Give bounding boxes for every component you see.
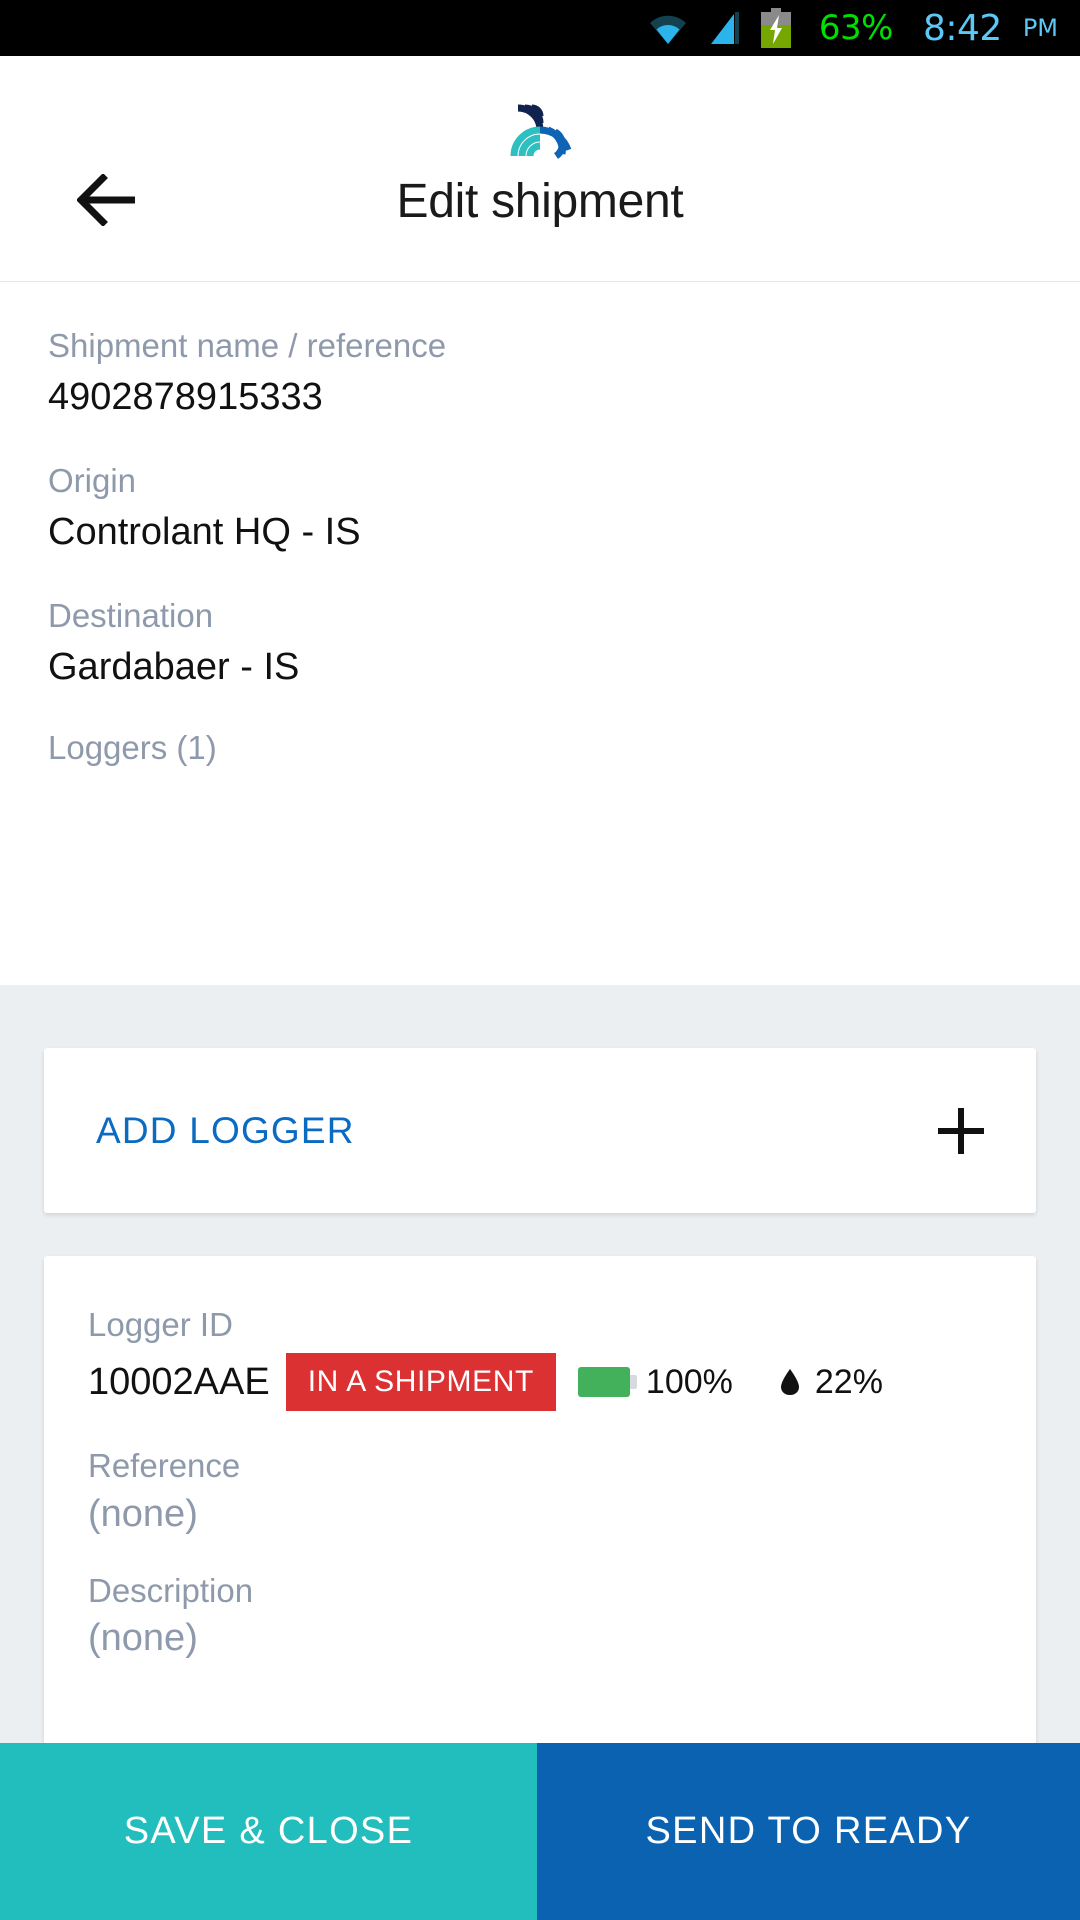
- logger-description-block: Description (none): [88, 1570, 992, 1660]
- status-clock: 8:42: [922, 7, 1002, 49]
- logger-id-label: Logger ID: [88, 1306, 233, 1343]
- logger-reference-label: Reference: [88, 1447, 241, 1485]
- status-badge: IN A SHIPMENT: [285, 1353, 556, 1412]
- field-label: Shipment name / reference: [48, 327, 447, 364]
- field-value: 4902878915333: [48, 376, 323, 419]
- send-to-ready-label: SEND TO READY: [645, 1810, 972, 1852]
- field-label: Origin: [48, 461, 137, 499]
- field-value: Gardabaer - IS: [48, 645, 300, 688]
- logger-reference-value: (none): [88, 1492, 198, 1535]
- plus-icon: [938, 1107, 984, 1154]
- controlant-logo-icon: [500, 90, 580, 170]
- shipment-form: Shipment name / reference 4902878915333 …: [0, 283, 1080, 985]
- add-logger-label: ADD LOGGER: [96, 1109, 355, 1151]
- battery-charging-icon: [759, 8, 793, 48]
- battery-value: 100%: [645, 1362, 733, 1401]
- bottom-action-bar: SAVE & CLOSE SEND TO READY: [0, 1743, 1080, 1920]
- logger-description-label: Description: [88, 1571, 254, 1609]
- add-logger-button[interactable]: ADD LOGGER: [44, 1048, 1036, 1213]
- logger-description-value: (none): [88, 1616, 198, 1659]
- battery-icon: [577, 1367, 637, 1398]
- battery-indicator: 100%: [577, 1362, 733, 1402]
- logger-id-value: 10002AAE: [88, 1360, 270, 1403]
- app-screen: 63% 8:42 PM Edit shipment Shipment name …: [0, 0, 1080, 1920]
- send-to-ready-button[interactable]: SEND TO READY: [537, 1743, 1080, 1920]
- logger-reference-block: Reference (none): [88, 1445, 992, 1535]
- field-label: Destination: [48, 596, 214, 634]
- field-shipment-name[interactable]: Shipment name / reference 4902878915333: [48, 325, 1032, 422]
- signal-bars-icon: [705, 10, 743, 46]
- field-origin[interactable]: Origin Controlant HQ - IS: [48, 460, 1032, 557]
- app-header: Edit shipment: [0, 56, 1080, 282]
- logger-id-row: 10002AAE IN A SHIPMENT 100% 22%: [88, 1353, 992, 1412]
- field-destination[interactable]: Destination Gardabaer - IS: [48, 595, 1032, 692]
- loggers-section-label: Loggers (1): [48, 729, 217, 767]
- humidity-value: 22%: [814, 1362, 883, 1401]
- status-bar-icons: 63% 8:42 PM: [647, 8, 1058, 49]
- humidity-indicator: 22%: [755, 1363, 883, 1402]
- water-drop-icon: [780, 1369, 799, 1396]
- status-bar: 63% 8:42 PM: [0, 0, 1080, 56]
- field-value: Controlant HQ - IS: [48, 511, 361, 553]
- page-title: Edit shipment: [396, 175, 684, 228]
- status-clock-ampm: PM: [1022, 14, 1058, 42]
- wifi-icon: [647, 10, 689, 46]
- save-and-close-label: SAVE & CLOSE: [123, 1810, 414, 1852]
- status-battery-percent: 63%: [818, 8, 894, 48]
- save-and-close-button[interactable]: SAVE & CLOSE: [0, 1743, 537, 1920]
